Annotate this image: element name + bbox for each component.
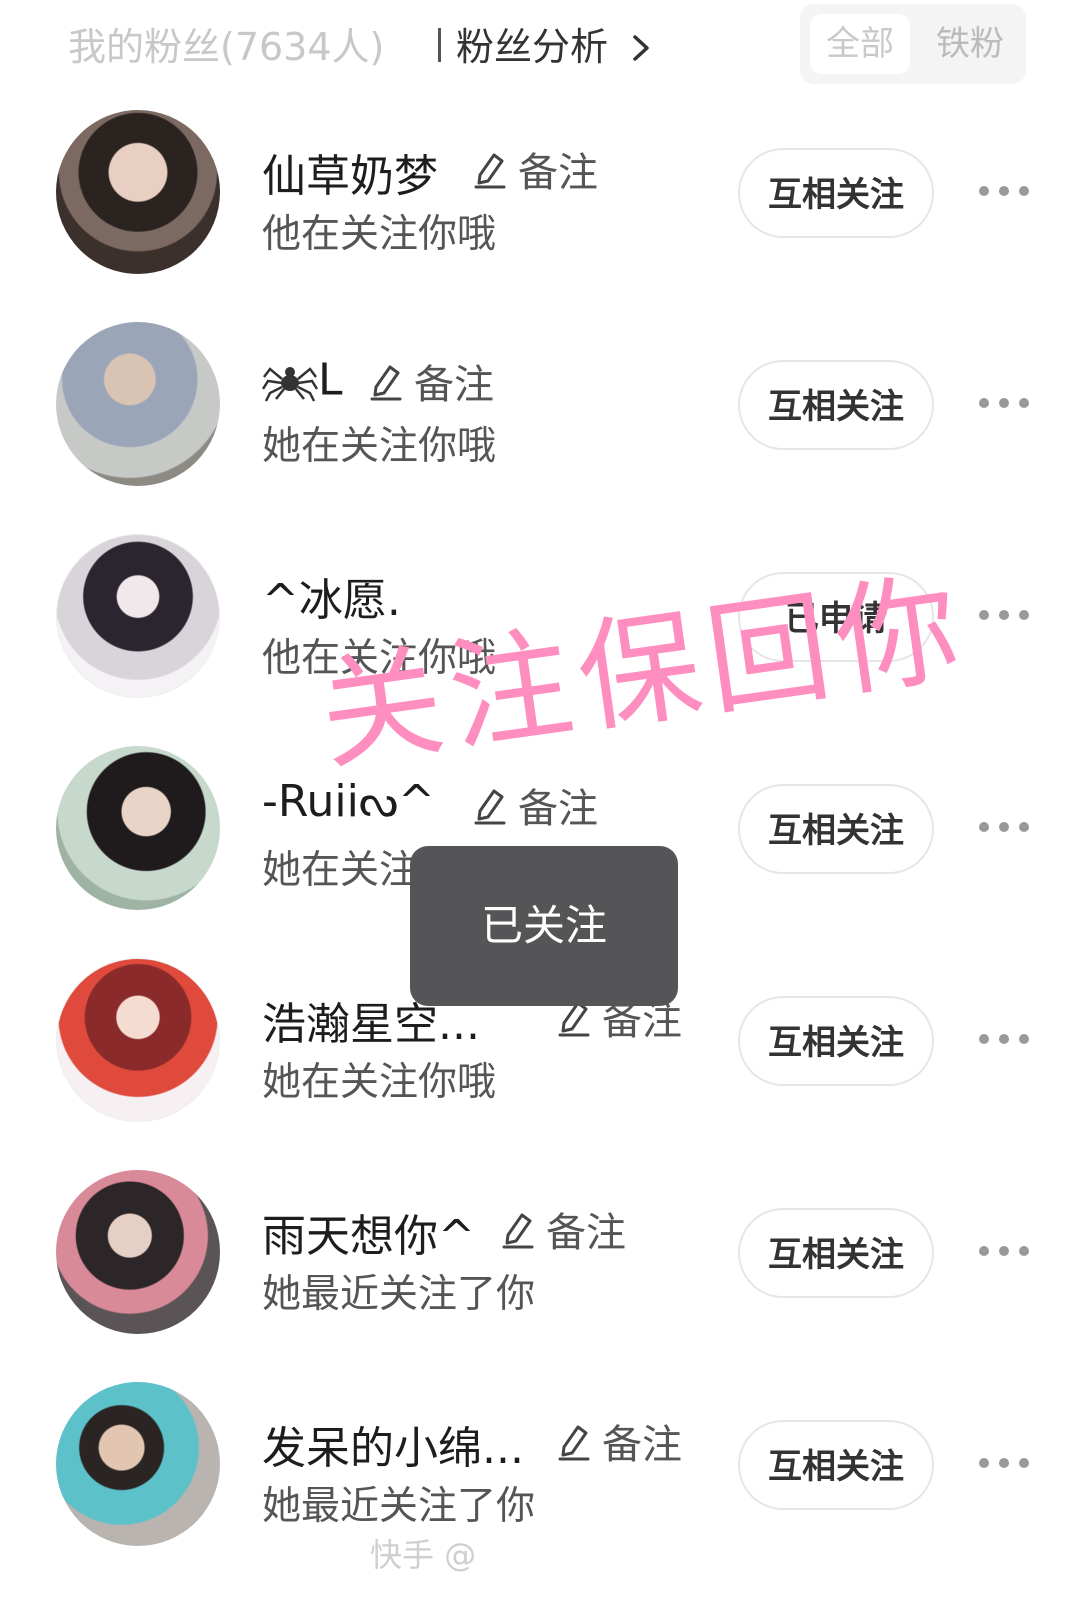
avatar[interactable]	[56, 958, 220, 1122]
fan-name: 雨天想你^	[262, 1211, 475, 1262]
pencil-icon	[558, 1425, 590, 1461]
filter-segment: 全部 铁粉	[800, 4, 1026, 84]
more-icon[interactable]	[978, 1450, 1030, 1476]
remark-label: 备注	[518, 786, 598, 832]
pencil-icon	[370, 365, 402, 401]
remark-label: 备注	[414, 362, 494, 408]
more-icon[interactable]	[978, 814, 1030, 840]
spider-icon	[261, 367, 319, 402]
pencil-icon	[474, 789, 506, 825]
mutual-follow-button[interactable]: 互相关注	[738, 148, 934, 238]
more-icon[interactable]	[978, 602, 1030, 628]
remark-button[interactable]: 备注	[368, 352, 494, 408]
remark-label: 备注	[546, 1210, 626, 1256]
chevron-right-icon[interactable]	[632, 34, 650, 62]
avatar[interactable]	[56, 534, 220, 698]
mutual-follow-button[interactable]: 互相关注	[738, 1208, 934, 1298]
pencil-icon	[502, 1213, 534, 1249]
remark-label: 备注	[518, 150, 598, 196]
fan-name: 仙草奶梦	[262, 151, 438, 202]
header-divider	[438, 28, 441, 62]
remark-label: 备注	[602, 1422, 682, 1468]
more-icon[interactable]	[978, 1238, 1030, 1264]
fan-status: 他在关注你哦	[262, 212, 497, 257]
fan-name: 发呆的小绵...	[262, 1423, 524, 1474]
remark-button[interactable]: 备注	[472, 776, 598, 832]
more-icon[interactable]	[978, 178, 1030, 204]
more-icon[interactable]	[978, 390, 1030, 416]
avatar[interactable]	[56, 110, 220, 274]
fan-status: 她最近关注了你	[262, 1272, 536, 1317]
remark-button[interactable]: 备注	[472, 140, 598, 196]
fan-name-wrap: L	[261, 352, 343, 406]
tab-iron-fans[interactable]: 铁粉	[922, 14, 1018, 74]
mutual-follow-button[interactable]: 互相关注	[738, 360, 934, 450]
fan-name: L	[318, 354, 343, 406]
mutual-follow-button[interactable]: 互相关注	[738, 784, 934, 874]
fan-row[interactable]: 雨天想你^ 备注 她最近关注了你 互相关注	[0, 1170, 1080, 1382]
more-icon[interactable]	[978, 1026, 1030, 1052]
avatar[interactable]	[56, 1382, 220, 1546]
fan-row[interactable]: 发呆的小绵... 备注 她最近关注了你 互相关注	[0, 1382, 1080, 1594]
fan-status: 她在关注你哦	[262, 1060, 497, 1105]
fan-status: 她在关注你哦	[262, 424, 497, 469]
avatar[interactable]	[56, 1170, 220, 1334]
fans-analysis-link[interactable]: 粉丝分析	[456, 16, 608, 71]
mutual-follow-button[interactable]: 互相关注	[738, 1420, 934, 1510]
watermark: 快手 @	[370, 1536, 477, 1574]
tab-all[interactable]: 全部	[810, 14, 910, 74]
fan-row[interactable]: L 备注 她在关注你哦 互相关注	[0, 322, 1080, 534]
fans-count-title[interactable]: 我的粉丝(7634人)	[68, 16, 384, 71]
pencil-icon	[474, 153, 506, 189]
avatar[interactable]	[56, 322, 220, 486]
fan-status: 她最近关注了你	[262, 1484, 536, 1529]
fan-row[interactable]: 仙草奶梦 备注 他在关注你哦 互相关注	[0, 110, 1080, 322]
header: 我的粉丝(7634人) 粉丝分析 全部 铁粉	[0, 0, 1080, 90]
remark-button[interactable]: 备注	[556, 1412, 682, 1468]
avatar[interactable]	[56, 746, 220, 910]
toast-message: 已关注	[410, 846, 678, 1006]
mutual-follow-button[interactable]: 互相关注	[738, 996, 934, 1086]
remark-button[interactable]: 备注	[500, 1200, 626, 1256]
